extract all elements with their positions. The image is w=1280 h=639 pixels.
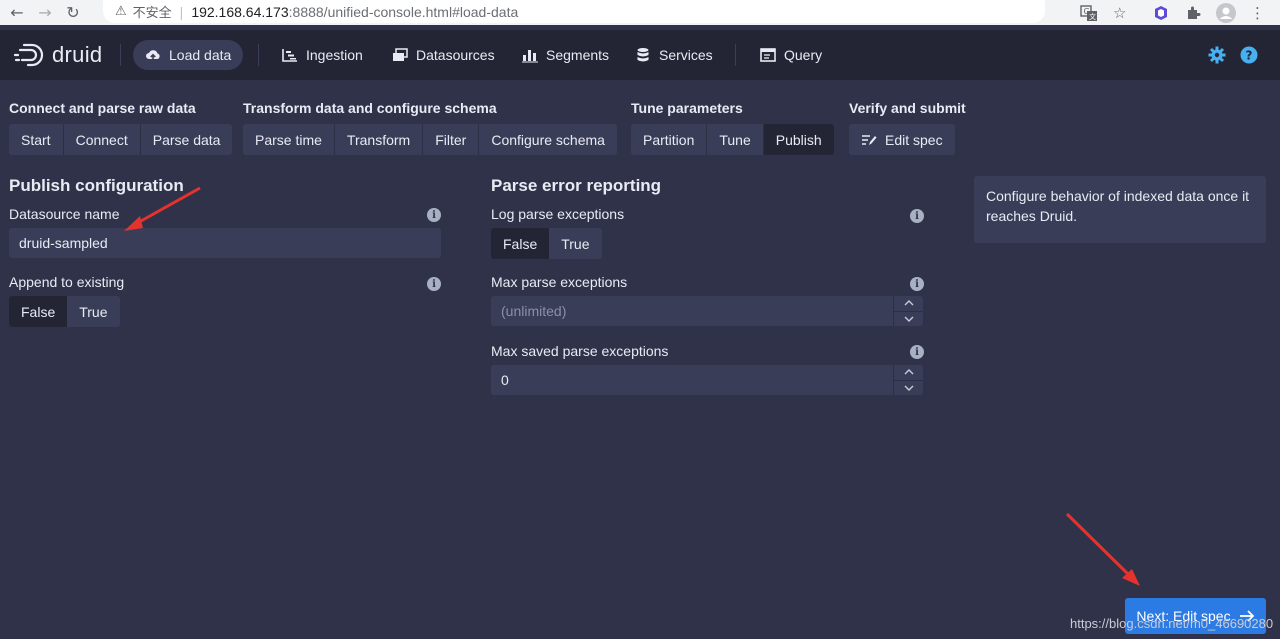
append-false-button[interactable]: False (9, 296, 68, 327)
url-path: :8888/unified-console.html#load-data (288, 3, 519, 20)
append-info-icon[interactable]: i (427, 277, 441, 291)
puzzle-extensions-icon[interactable] (1185, 0, 1201, 25)
multi-select-icon (392, 47, 408, 63)
parse-error-title: Parse error reporting (491, 176, 662, 195)
max-saved-exceptions-label: Max saved parse exceptions (491, 343, 669, 359)
annotation-arrow-icon (124, 186, 201, 231)
druid-logo[interactable]: druid (14, 42, 102, 68)
max-saved-exceptions-input[interactable]: 0 (491, 365, 893, 395)
svg-text:?: ? (1246, 49, 1253, 63)
step-start-button[interactable]: Start (9, 124, 64, 155)
max-saved-stepper (893, 365, 923, 395)
header-divider (735, 44, 736, 66)
warning-icon: ⚠ (115, 4, 127, 19)
stepper-up-icon[interactable] (894, 365, 923, 381)
menu-kebab-icon[interactable]: ⋮ (1250, 0, 1265, 25)
translate-icon[interactable]: G文 (1080, 0, 1098, 25)
help-callout: Configure behavior of indexed data once … (974, 176, 1266, 243)
settings-gear-icon[interactable] (1207, 45, 1227, 65)
watermark-text: https://blog.csdn.net/m0_46690280 (1070, 616, 1274, 631)
browser-toolbar: ← → ↻ ⚠ 不安全 | 192.168.64.173:8888/unifie… (0, 0, 1280, 25)
extension-shield-icon[interactable] (1153, 0, 1169, 25)
max-parse-stepper (893, 296, 923, 326)
step-group-title: Tune parameters (631, 100, 743, 116)
nav-ingestion[interactable]: Ingestion (270, 40, 375, 70)
address-bar[interactable]: ⚠ 不安全 | 192.168.64.173:8888/unified-cons… (103, 0, 1045, 23)
logo-text: druid (52, 42, 103, 67)
gantt-chart-icon (282, 47, 298, 63)
nav-query-label: Query (784, 47, 823, 63)
stacked-chart-icon (522, 47, 538, 63)
append-label: Append to existing (9, 274, 125, 290)
edit-spec-label: Edit spec (885, 131, 943, 148)
step-partition-button[interactable]: Partition (631, 124, 708, 155)
url-host: 192.168.64.173 (191, 3, 289, 20)
step-tune-button[interactable]: Tune (707, 124, 764, 155)
max-parse-info-icon[interactable]: i (910, 277, 924, 291)
forward-icon[interactable]: → (34, 2, 56, 24)
log-parse-toggle: False True (491, 228, 602, 259)
header-divider (120, 44, 121, 66)
nav-datasources[interactable]: Datasources (380, 40, 507, 70)
address-separator: | (179, 3, 184, 20)
nav-load-data-label: Load data (169, 47, 232, 63)
append-toggle: False True (9, 296, 120, 327)
step-group-title: Connect and parse raw data (9, 100, 196, 116)
step-publish-button[interactable]: Publish (763, 124, 834, 155)
datasource-name-input[interactable]: druid-sampled (9, 228, 441, 258)
step-parse-time-button[interactable]: Parse time (243, 124, 335, 155)
step-edit-spec-button[interactable]: Edit spec (849, 124, 955, 155)
nav-services-label: Services (659, 47, 713, 63)
step-transform-button[interactable]: Transform (334, 124, 424, 155)
datasource-name-label: Datasource name (9, 206, 120, 222)
append-true-button[interactable]: True (67, 296, 120, 327)
annotation-arrow-icon (1065, 512, 1140, 586)
application-icon (760, 47, 776, 63)
max-parse-exceptions-label: Max parse exceptions (491, 274, 628, 290)
nav-segments-label: Segments (546, 47, 610, 63)
datasource-info-icon[interactable]: i (427, 208, 441, 222)
svg-text:文: 文 (1089, 12, 1096, 21)
step-group-transform: Transform data and configure schema Pars… (243, 100, 617, 155)
help-circle-icon[interactable]: ? (1239, 45, 1259, 65)
druid-logo-icon (14, 43, 46, 67)
edit-spec-icon (861, 133, 877, 147)
nav-ingestion-label: Ingestion (306, 47, 363, 63)
app-header: druid Load data Ingestion Datasources Se… (0, 30, 1280, 80)
profile-avatar-icon[interactable] (1216, 0, 1236, 25)
log-parse-info-icon[interactable]: i (910, 209, 924, 223)
nav-query[interactable]: Query (748, 40, 834, 70)
step-filter-button[interactable]: Filter (423, 124, 480, 155)
log-parse-exceptions-label: Log parse exceptions (491, 206, 625, 222)
insecure-label: 不安全 (132, 5, 172, 20)
stepper-up-icon[interactable] (894, 296, 923, 312)
step-group-title: Transform data and configure schema (243, 100, 497, 116)
database-icon (635, 47, 651, 63)
step-group-connect: Connect and parse raw data Start Connect… (9, 100, 233, 155)
max-parse-exceptions-input[interactable]: (unlimited) (491, 296, 893, 326)
nav-datasources-label: Datasources (416, 47, 495, 63)
step-configure-schema-button[interactable]: Configure schema (479, 124, 617, 155)
reload-icon[interactable]: ↻ (62, 2, 84, 24)
step-parse-data-button[interactable]: Parse data (140, 124, 233, 155)
nav-segments[interactable]: Segments (510, 40, 621, 70)
nav-services[interactable]: Services (623, 40, 725, 70)
step-group-verify: Verify and submit Edit spec (849, 100, 966, 155)
stepper-down-icon[interactable] (894, 312, 923, 327)
log-true-button[interactable]: True (549, 228, 602, 259)
step-group-tune: Tune parameters Partition Tune Publish (631, 100, 834, 155)
max-saved-info-icon[interactable]: i (910, 345, 924, 359)
nav-load-data[interactable]: Load data (133, 40, 244, 70)
header-divider (258, 44, 259, 66)
bookmark-star-icon[interactable]: ☆ (1113, 0, 1126, 25)
log-false-button[interactable]: False (491, 228, 550, 259)
back-icon[interactable]: ← (6, 2, 28, 24)
step-connect-button[interactable]: Connect (63, 124, 141, 155)
step-group-title: Verify and submit (849, 100, 966, 116)
cloud-upload-icon (145, 47, 161, 63)
stepper-down-icon[interactable] (894, 381, 923, 396)
